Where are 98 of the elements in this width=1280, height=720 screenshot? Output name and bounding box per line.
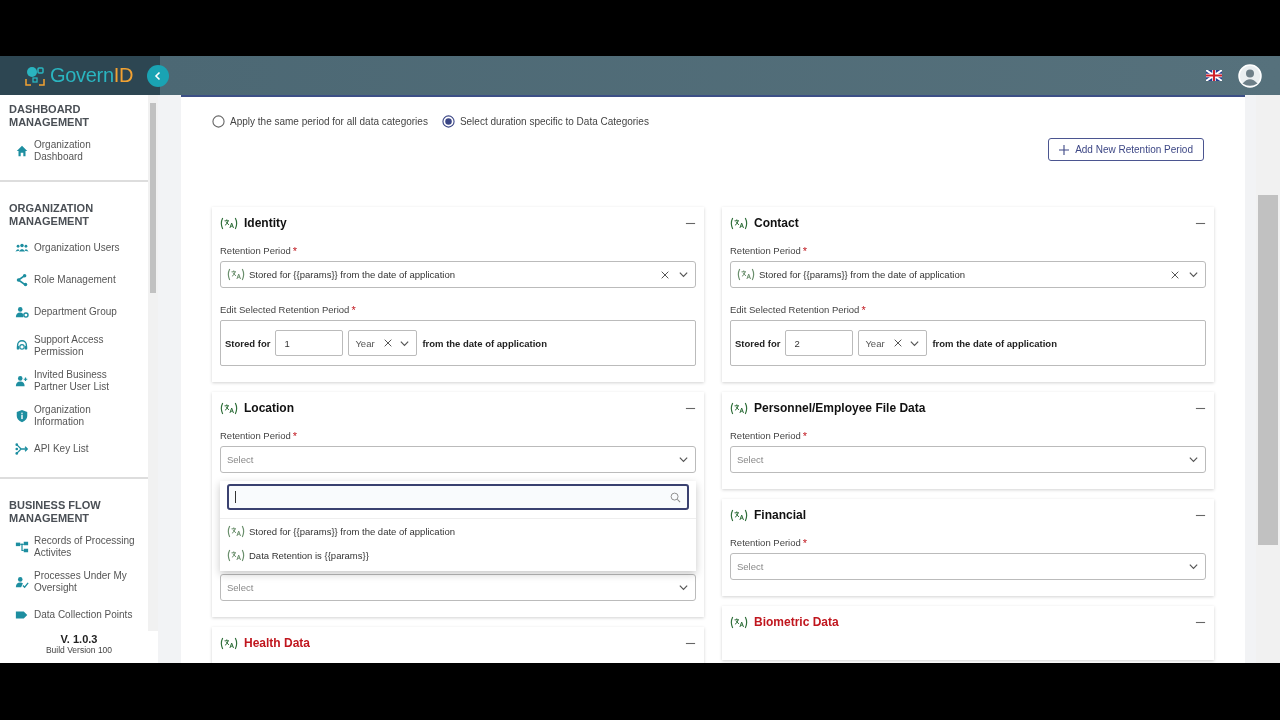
plus-icon: [1059, 144, 1070, 155]
add-retention-button[interactable]: Add New Retention Period: [1048, 138, 1204, 161]
card-title: Location: [244, 401, 294, 415]
card-title: Identity: [244, 216, 287, 230]
close-icon[interactable]: [660, 269, 670, 280]
translate-icon: [730, 508, 748, 522]
translate-icon: [730, 216, 748, 230]
nav-item[interactable]: Organization Information: [0, 404, 148, 427]
required-mark: *: [802, 245, 808, 257]
translate-icon: [730, 615, 748, 629]
card-title: Health Data: [244, 636, 311, 650]
dropdown-option[interactable]: Stored for {{params}} from the date of application: [220, 519, 696, 543]
shield-icon: [15, 408, 29, 423]
radio-option[interactable]: Apply the same period for all data categories: [212, 115, 428, 128]
suffix-text: from the date of application: [422, 337, 547, 349]
translate-icon: [730, 401, 748, 415]
select-field[interactable]: Select: [730, 553, 1206, 580]
required-mark: *: [861, 304, 866, 316]
chevron-left-icon: [153, 70, 163, 81]
translate-icon: [220, 401, 238, 415]
section-heading: BUSINESS FLOW MANAGEMENT: [9, 499, 102, 525]
build-text: Build Version 100: [44, 645, 114, 655]
radio-option[interactable]: Select duration specific to Data Categories: [441, 115, 649, 128]
close-icon[interactable]: [383, 338, 394, 348]
field-label: Retention Period: [730, 537, 801, 548]
fork-arrow-icon: [15, 442, 29, 456]
chevron-down-icon[interactable]: [1188, 269, 1199, 280]
share-icon: [15, 273, 29, 287]
translate-icon: [220, 216, 238, 230]
section-heading: ORGANIZATION MANAGEMENT: [9, 202, 95, 228]
select-field[interactable]: Select: [220, 574, 696, 601]
scrollbar-thumb[interactable]: [1258, 195, 1278, 545]
field-label: Retention Period: [730, 430, 801, 441]
chevron-down-icon[interactable]: [678, 582, 689, 593]
nav-item[interactable]: Organization Users: [0, 238, 148, 258]
translate-icon: [227, 268, 245, 281]
card-title: Contact: [754, 216, 799, 230]
translate-icon: [737, 268, 755, 281]
unit-select[interactable]: Year: [858, 330, 928, 356]
nav-item[interactable]: Organization Dashboard: [0, 139, 148, 162]
prefix-text: Stored for: [225, 337, 271, 349]
hierarchy-icon: [15, 539, 29, 554]
field-label: Retention Period: [730, 245, 801, 256]
amount-input[interactable]: 1: [275, 330, 344, 356]
user-gear-icon: [15, 305, 29, 319]
nav-item[interactable]: Data Collection Points: [0, 605, 148, 625]
close-icon[interactable]: [893, 338, 904, 348]
required-mark: *: [292, 245, 298, 257]
select-field[interactable]: Stored for {{params}} from the date of application: [730, 261, 1206, 288]
card-title: Financial: [754, 508, 806, 522]
required-mark: *: [802, 430, 808, 442]
translate-icon: [227, 548, 245, 562]
amount-input[interactable]: 2: [785, 330, 854, 356]
nav-item[interactable]: Role Management: [0, 270, 148, 290]
field-label: Edit Selected Retention Period: [730, 304, 860, 315]
translate-icon: [227, 524, 245, 538]
version-text: V. 1.0.3: [59, 633, 99, 645]
logo-text: GovernID: [50, 64, 134, 87]
required-mark: *: [802, 537, 808, 549]
card-title: Personnel/Employee File Data: [754, 401, 926, 415]
nav-item[interactable]: Processes Under My Oversight: [0, 570, 148, 593]
collapse-sidebar-button[interactable]: [147, 64, 169, 87]
home-icon: [15, 143, 29, 158]
users-icon: [15, 241, 29, 255]
headset-icon: [15, 338, 29, 353]
chevron-down-icon[interactable]: [1188, 561, 1199, 572]
nav-item[interactable]: Department Group: [0, 302, 148, 322]
chevron-down-icon[interactable]: [678, 454, 689, 465]
field-label: Retention Period: [220, 245, 291, 256]
logo-icon: [24, 64, 46, 87]
nav-item[interactable]: Invited Business Partner User List: [0, 369, 148, 392]
select-field[interactable]: Select: [220, 446, 696, 473]
select-field[interactable]: Select: [730, 446, 1206, 473]
suffix-text: from the date of application: [932, 337, 1057, 349]
unit-select[interactable]: Year: [348, 330, 418, 356]
card-title: Biometric Data: [754, 615, 839, 629]
nav-item[interactable]: API Key List: [0, 439, 148, 459]
field-label: Edit Selected Retention Period: [220, 304, 350, 315]
search-field[interactable]: [227, 484, 689, 510]
close-icon[interactable]: [1170, 269, 1180, 280]
chevron-down-icon[interactable]: [678, 269, 689, 280]
prefix-text: Stored for: [735, 337, 781, 349]
select-field[interactable]: Stored for {{params}} from the date of application: [220, 261, 696, 288]
field-label: Retention Period: [220, 430, 291, 441]
scrollbar-thumb[interactable]: [150, 103, 156, 293]
user-check-icon: [15, 574, 29, 589]
section-heading: DASHBOARD MANAGEMENT: [9, 103, 91, 129]
required-mark: *: [292, 430, 298, 442]
nav-item[interactable]: Records of Processing Activites: [0, 535, 148, 558]
chevron-down-icon[interactable]: [1188, 454, 1199, 465]
translate-icon: [220, 636, 238, 650]
avatar-icon[interactable]: [1238, 63, 1262, 88]
flag-icon[interactable]: [1206, 70, 1222, 81]
required-mark: *: [351, 304, 356, 316]
nav-item[interactable]: Support Access Permission: [0, 334, 148, 357]
user-plus-icon: [15, 373, 29, 388]
dropdown-option[interactable]: Data Retention is {{params}}: [220, 543, 696, 567]
search-icon: [670, 491, 681, 503]
